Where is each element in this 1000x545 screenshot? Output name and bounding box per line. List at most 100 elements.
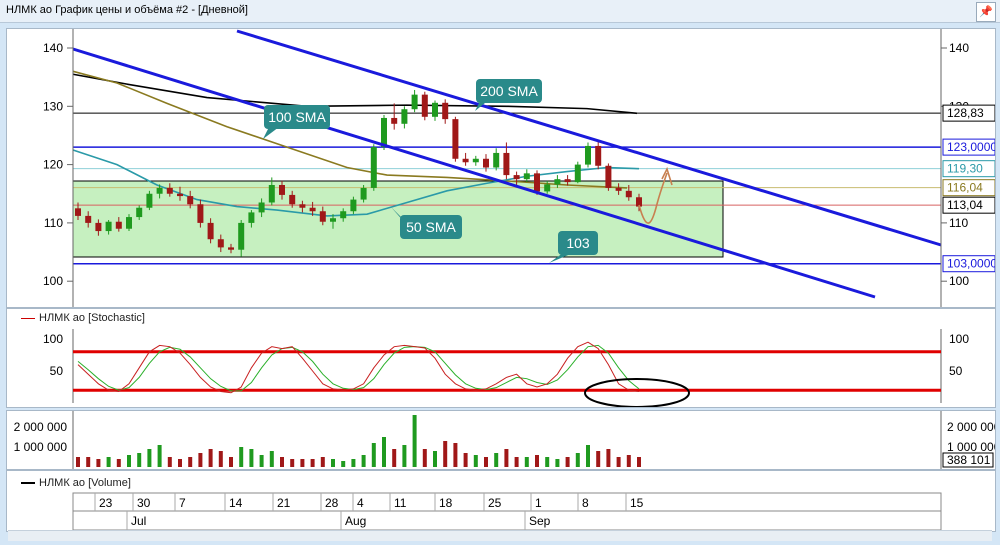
- candle-body: [360, 187, 367, 200]
- candle-body: [472, 158, 479, 163]
- timeline-month-label: Sep: [529, 514, 551, 528]
- volume-panel[interactable]: 2 000 0001 000 0002 000 0001 000 000388 …: [6, 410, 996, 470]
- volume-bar: [473, 455, 478, 467]
- volume-bar: [239, 447, 244, 467]
- candle-body: [75, 208, 81, 216]
- volume-bar: [351, 459, 356, 467]
- candle-body: [421, 94, 428, 117]
- candle-body: [330, 218, 336, 222]
- candle-body: [166, 187, 173, 194]
- volume-bar: [320, 457, 325, 467]
- price-panel[interactable]: 200 SMA 100 SMA 50 SMA 103 140 130 120 110 1…: [6, 28, 996, 308]
- volume-bar: [331, 459, 335, 467]
- callout-100sma-label: 100 SMA: [268, 109, 326, 125]
- candle-body: [279, 185, 285, 195]
- volume-bar: [127, 455, 131, 467]
- volume-bar: [157, 445, 162, 467]
- candle-body: [564, 179, 571, 183]
- candle-body: [544, 184, 551, 192]
- volume-bar: [147, 449, 152, 467]
- volume-bar: [76, 457, 80, 467]
- candle-body: [95, 222, 102, 232]
- candle-body: [156, 187, 163, 194]
- timeline-svg: 23 30 7 14 21 28 4 11 18 25 1 8 15 Jul Aug Sep: [72, 492, 942, 531]
- horizontal-scrollbar[interactable]: [8, 530, 992, 541]
- volume-bar: [494, 453, 499, 467]
- candle-body: [585, 145, 591, 165]
- price-tick-label: 140: [43, 41, 63, 55]
- candle-body: [105, 221, 112, 232]
- volume-bar: [218, 451, 223, 467]
- volume-bar: [86, 457, 91, 467]
- volume-bar: [208, 449, 213, 467]
- candle-body: [85, 215, 92, 223]
- timeline-day-label: 8: [582, 496, 589, 510]
- volume-bar: [106, 457, 111, 467]
- volume-bar: [637, 457, 641, 467]
- volume-bar: [361, 455, 366, 467]
- volume-tick-label: 2 000 000: [14, 420, 68, 434]
- timeline-day-label: 1: [535, 496, 542, 510]
- stochastic-panel[interactable]: НЛМК ао [Stochastic] 100 100 50 50: [6, 308, 996, 408]
- volume-bar: [606, 449, 611, 467]
- callout-100sma: 100 SMA: [263, 105, 330, 139]
- candle-body: [513, 175, 520, 180]
- candle-body: [503, 152, 510, 176]
- candle-body: [340, 211, 347, 219]
- volume-bars: [76, 415, 641, 467]
- candle-body: [432, 102, 438, 117]
- stochastic-right-tick-label: 100: [949, 332, 969, 346]
- candle-body: [615, 187, 622, 191]
- pin-icon[interactable]: 📌: [976, 2, 996, 22]
- volume-bar: [269, 451, 274, 467]
- callout-200sma-label: 200 SMA: [480, 83, 538, 99]
- candle-body: [146, 193, 153, 208]
- volume-bar: [402, 445, 407, 467]
- price-tag-label: 116,04: [947, 181, 983, 195]
- volume-bar: [229, 457, 233, 467]
- candle-body: [462, 158, 469, 163]
- price-tag-label: 103,00000: [947, 257, 995, 271]
- price-tick-label: 100: [43, 274, 63, 288]
- timeline-day-label: 28: [325, 496, 339, 510]
- candle-body: [574, 164, 581, 183]
- volume-bar: [555, 459, 560, 467]
- volume-right-tick-label: 1 000 000: [947, 440, 995, 454]
- price-tag-label: 119,30: [947, 162, 983, 176]
- volume-last-label: 388 101: [947, 453, 991, 467]
- timeline-day-label: 23: [99, 496, 113, 510]
- volume-bar: [504, 449, 509, 467]
- candle-body: [217, 239, 224, 248]
- volume-bar: [280, 457, 284, 467]
- candle-body: [177, 193, 183, 197]
- candle-body: [442, 102, 449, 120]
- candle-body: [115, 221, 122, 229]
- volume-bar: [412, 415, 417, 467]
- timeline-day-label: 15: [630, 496, 644, 510]
- candle-body: [625, 190, 632, 198]
- volume-bar: [463, 453, 468, 467]
- volume-bar: [249, 449, 254, 467]
- price-tag-label: 113,04: [947, 198, 983, 212]
- stochastic-tick-label: 50: [50, 364, 64, 378]
- price-tick-label: 120: [43, 158, 63, 172]
- volume-bar: [341, 461, 346, 467]
- price-tick-label: 130: [43, 99, 63, 113]
- candle-body: [309, 207, 316, 212]
- volume-svg: 2 000 0001 000 0002 000 0001 000 000388 …: [14, 411, 995, 469]
- stochastic-right-tick-label: 50: [949, 364, 963, 378]
- volume-bar: [178, 459, 182, 467]
- candle-body: [605, 165, 612, 188]
- timeline-day-label: 18: [439, 496, 453, 510]
- candle-body: [197, 204, 204, 223]
- candle-body: [523, 173, 530, 180]
- candle-body: [268, 185, 275, 203]
- candle-body: [554, 179, 561, 185]
- candle-body: [411, 94, 418, 110]
- window-titlebar: НЛМК ао График цены и объёма #2 - [Дневн…: [0, 0, 1000, 23]
- volume-bar: [198, 453, 203, 467]
- volume-bar: [167, 457, 172, 467]
- volume-bar: [535, 455, 539, 467]
- channel-lower-line: [72, 47, 876, 299]
- timeline-day-label: 14: [229, 496, 243, 510]
